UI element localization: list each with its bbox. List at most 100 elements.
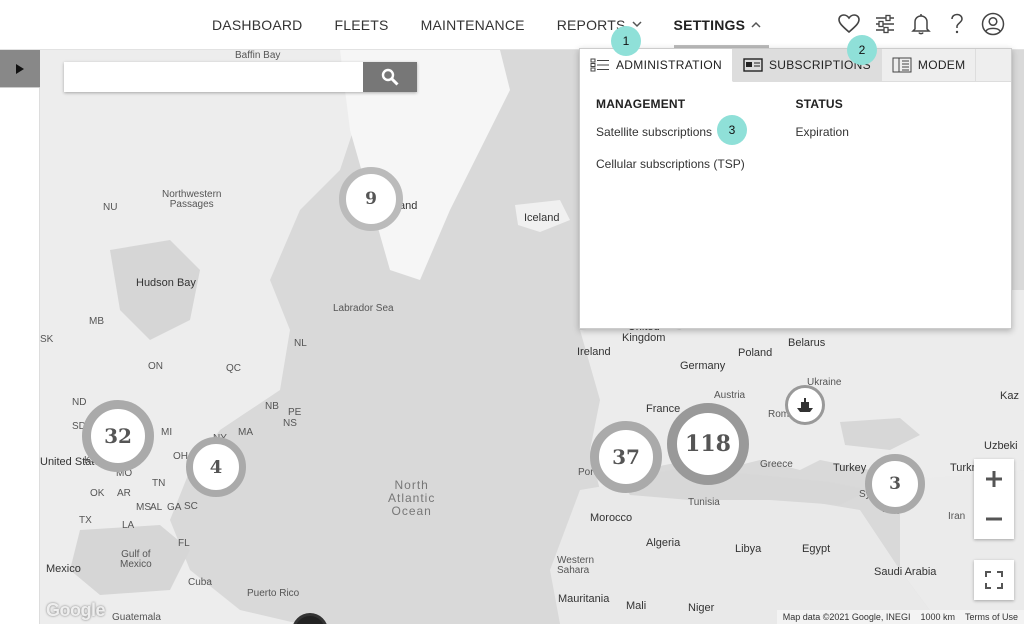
map-label-puerto-rico: Puerto Rico xyxy=(247,588,300,599)
modem-icon xyxy=(892,57,912,73)
map-label-iceland: Iceland xyxy=(524,212,560,224)
nav-settings[interactable]: SETTINGS xyxy=(658,0,778,50)
map-label-north-atlantic-ocean: North Atlantic Ocean xyxy=(388,478,436,518)
settings-dropdown: ADMINISTRATION SUBSCRIPTIONS MODEM MANAG… xyxy=(579,48,1012,329)
map-label-germany: Germany xyxy=(680,360,726,372)
cluster-marker[interactable]: 37 xyxy=(590,421,662,493)
id-card-icon xyxy=(743,58,763,72)
cluster-count: 32 xyxy=(104,424,132,448)
map-label-morocco: Morocco xyxy=(590,512,633,524)
satellite-subscriptions-link[interactable]: Satellite subscriptions xyxy=(596,125,796,139)
map-label-mauritania: Mauritania xyxy=(558,593,610,605)
map-label-greece: Greece xyxy=(760,459,793,470)
map-label-ireland: Ireland xyxy=(577,346,611,358)
nav-fleets-label: FLEETS xyxy=(334,17,389,33)
bell-icon[interactable] xyxy=(908,11,934,37)
map-label-france: France xyxy=(646,403,681,415)
settings-tabs: ADMINISTRATION SUBSCRIPTIONS MODEM xyxy=(580,49,1011,82)
map-label-al: AL xyxy=(150,502,163,513)
map-label-tx: TX xyxy=(79,515,92,526)
map-label-turkey: Turkey xyxy=(833,462,867,474)
zoom-controls xyxy=(974,459,1014,539)
fullscreen-control xyxy=(974,560,1014,600)
map-label-on: ON xyxy=(148,361,163,372)
map-label-sk: SK xyxy=(40,334,54,345)
left-sidebar xyxy=(0,50,40,624)
zoom-out-button[interactable] xyxy=(974,499,1014,539)
nav-fleets[interactable]: FLEETS xyxy=(318,0,404,50)
vessel-marker[interactable] xyxy=(785,385,825,425)
map-label-nl: NL xyxy=(294,338,307,349)
step-badge-number: 2 xyxy=(858,43,866,57)
map-label-tunisia: Tunisia xyxy=(688,497,720,508)
map-label-iran: Iran xyxy=(948,511,966,522)
map-label-qc: QC xyxy=(226,363,241,374)
search-icon xyxy=(381,68,399,86)
map-label-ga: GA xyxy=(167,502,182,513)
terms-link[interactable]: Terms of Use xyxy=(965,612,1018,622)
map-label-algeria: Algeria xyxy=(646,537,681,549)
map-label-mexico: Mexico xyxy=(46,563,81,575)
search-input[interactable] xyxy=(64,62,363,92)
map-label-guatemala: Guatemala xyxy=(112,612,161,623)
map-label-mb: MB xyxy=(89,316,104,327)
map-label-ok: OK xyxy=(90,488,105,499)
step-badge-number: 1 xyxy=(622,34,630,48)
map-label-la: LA xyxy=(122,520,135,531)
map-label-nb: NB xyxy=(265,401,279,412)
sliders-icon[interactable] xyxy=(872,11,898,37)
help-icon[interactable] xyxy=(944,11,970,37)
map-data-text: Map data ©2021 Google, INEGI xyxy=(782,612,911,622)
search-button[interactable] xyxy=(363,62,417,92)
map-label-fl: FL xyxy=(178,538,190,549)
map-label-austria: Austria xyxy=(714,390,746,401)
management-section: MANAGEMENT Satellite subscriptions Cellu… xyxy=(596,97,796,189)
cluster-marker[interactable]: 32 xyxy=(82,400,154,472)
map-label-nd: ND xyxy=(72,397,87,408)
map-label-tn: TN xyxy=(152,478,166,489)
step-badge: 1 xyxy=(611,26,641,56)
cluster-marker[interactable]: 9 xyxy=(339,167,403,231)
heart-icon[interactable] xyxy=(836,11,862,37)
cluster-marker[interactable]: 118 xyxy=(667,403,749,485)
nav-dashboard[interactable]: DASHBOARD xyxy=(196,0,318,50)
cluster-marker[interactable]: 4 xyxy=(186,437,246,497)
list-icon xyxy=(590,58,609,72)
sidebar-expand-button[interactable] xyxy=(0,50,40,88)
main-nav: DASHBOARD FLEETS MAINTENANCE REPORTS SET… xyxy=(196,0,777,50)
map-label-niger: Niger xyxy=(688,602,715,614)
map-label-mali: Mali xyxy=(626,600,647,612)
tab-administration[interactable]: ADMINISTRATION xyxy=(580,49,733,82)
user-icon[interactable] xyxy=(980,11,1006,37)
cluster-marker[interactable]: 3 xyxy=(865,454,925,514)
map-label-sc: SC xyxy=(184,501,198,512)
nav-settings-label: SETTINGS xyxy=(673,17,746,33)
tab-administration-label: ADMINISTRATION xyxy=(616,58,722,72)
tab-modem[interactable]: MODEM xyxy=(882,49,977,81)
map-label-nu: NU xyxy=(103,202,118,213)
map-label-western-sahara: Western Sahara xyxy=(557,555,595,576)
chevron-up-icon xyxy=(751,19,761,31)
map-label-uzbekistan: Uzbeki xyxy=(984,440,1018,452)
cellular-subscriptions-link[interactable]: Cellular subscriptions (TSP) xyxy=(596,157,796,171)
step-badge: 2 xyxy=(847,35,877,65)
nav-maintenance[interactable]: MAINTENANCE xyxy=(405,0,541,50)
header-icons xyxy=(836,11,1006,37)
map-search xyxy=(64,62,417,92)
cluster-count: 4 xyxy=(209,456,223,478)
map-label-kaz: Kaz xyxy=(1000,390,1019,402)
map-label-poland: Poland xyxy=(738,347,773,359)
ship-icon xyxy=(797,398,813,412)
zoom-in-button[interactable] xyxy=(974,459,1014,499)
map-label-ar: AR xyxy=(117,488,131,499)
fullscreen-button[interactable] xyxy=(974,560,1014,600)
map-label-gulf-of-mexico: Gulf of Mexico xyxy=(120,549,152,570)
expiration-link[interactable]: Expiration xyxy=(796,125,996,139)
management-heading: MANAGEMENT xyxy=(596,97,686,111)
step-badge: 3 xyxy=(717,115,747,145)
map-label-ms: MS xyxy=(136,502,151,513)
settings-content: MANAGEMENT Satellite subscriptions Cellu… xyxy=(580,82,1011,204)
cluster-count: 3 xyxy=(889,474,901,494)
step-badge-number: 3 xyxy=(728,123,736,137)
map-scale[interactable]: 1000 km xyxy=(920,612,955,622)
